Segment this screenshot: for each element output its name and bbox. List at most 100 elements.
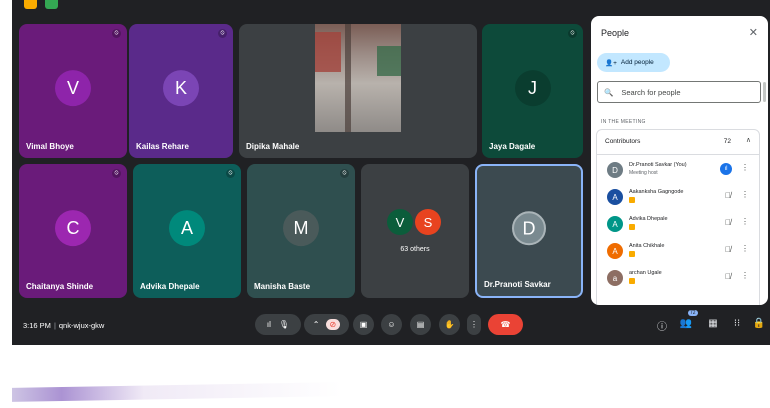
participant-tile[interactable]: ⦸ C Chaitanya Shinde [19,164,127,298]
host-controls-icon[interactable]: 🔒 [752,318,766,329]
video-feed [315,24,401,132]
more-options-icon[interactable]: ⋮ [741,244,749,253]
mic-off-icon: ⦸ [340,169,349,178]
list-item[interactable]: D Dr.Pranoti Savkar (You) Meeting host ı… [597,158,759,182]
avatar: A [607,243,623,259]
participant-name: Dr.Pranoti Savkar (You) [629,162,687,168]
avatar: D [512,211,546,246]
avatar: C [55,210,91,247]
avatar: A [169,210,205,247]
speaking-icon: ıl [720,163,732,175]
avatar: S [415,209,441,235]
avatar: A [607,216,623,232]
status-badge-icon [45,0,58,9]
decorative-strip [12,382,342,402]
present-icon[interactable]: ▤ [410,314,431,335]
mic-icon[interactable]: 🎙 [279,320,289,329]
chat-icon[interactable]: ▦ [706,318,720,329]
participant-name: Anita Chikhale [629,243,665,249]
meeting-code: qnk-wjux-gkw [58,321,105,330]
participant-name: Vimal Bhoye [26,142,74,151]
mic-off-icon: ⦸ [112,29,121,38]
participant-video-tile[interactable]: Dipika Mahale [239,24,477,158]
emoji-icon[interactable]: ☺ [381,314,402,335]
participant-name: Chaitanya Shinde [26,282,94,291]
chevron-up-icon[interactable]: ∧ [746,136,751,144]
group-count: 72 [723,138,731,145]
participant-count-badge: 72 [688,310,698,316]
activities-icon[interactable]: ⁝⁝ [730,318,744,329]
people-panel: People ✕ 👤+ Add people 🔍 Search for peop… [591,16,768,305]
contributors-group: Contributors 72 ∧ D Dr.Pranoti Savkar (Y… [596,129,760,305]
mic-off-icon: 🎙̸ [725,218,731,227]
scrollbar[interactable] [763,82,766,102]
badge-icon [629,224,635,230]
participant-name: Advika Dhepale [629,216,668,222]
raise-hand-icon[interactable]: ✋ [439,314,460,335]
list-item[interactable]: A Anita Chikhale 🎙̸ ⋮ [597,239,759,263]
leave-call-icon[interactable]: ☎ [488,314,523,335]
avatar: K [163,70,199,107]
list-item[interactable]: A Advika Dhepale 🎙̸ ⋮ [597,212,759,236]
more-options-icon[interactable]: ⋮ [467,314,481,335]
participant-tile[interactable]: ⦸ J Jaya Dagale [482,24,583,158]
more-options-icon[interactable]: ⋮ [741,190,749,199]
avatar: D [607,162,623,178]
mic-off-icon: ⦸ [568,29,577,38]
search-input[interactable]: 🔍 Search for people [597,81,761,103]
participant-name: archan Ugale [629,270,662,276]
participant-name: Kailas Rehare [136,142,189,151]
participant-name: Advika Dhepale [140,282,200,291]
add-people-button[interactable]: 👤+ Add people [597,53,670,72]
meeting-time: 3:16 PM [23,321,51,330]
participant-tile[interactable]: ⦸ V Vimal Bhoye [19,24,127,158]
section-label: IN THE MEETING [601,119,646,125]
participant-name: Dr.Pranoti Savkar [484,280,551,289]
mic-off-icon: ⦸ [218,29,227,38]
more-options-icon[interactable]: ⋮ [741,217,749,226]
badge-icon [629,251,635,257]
people-icon[interactable]: 👥 [679,318,693,329]
participant-name: Jaya Dagale [489,142,536,151]
recording-badge-icon [24,0,37,9]
avatar: J [514,70,551,107]
camera-controls[interactable]: ⌃ ⊘ [304,314,349,335]
search-icon: 🔍 [604,87,614,97]
info-icon[interactable]: ⓘ [655,318,669,333]
avatar: a [607,270,623,286]
sound-settings-icon[interactable]: ıl [267,320,271,329]
avatar: M [283,210,319,247]
meeting-info: 3:16 PM | qnk-wjux-gkw [23,321,105,330]
mic-off-icon: ⦸ [112,169,121,178]
participant-name: Dipika Mahale [246,142,300,151]
badge-icon [629,197,635,203]
participant-role: Meeting host [629,170,658,176]
meet-screen: ⦸ V Vimal Bhoye ⦸ K Kailas Rehare Dipika… [12,0,770,345]
mic-off-icon: 🎙̸ [725,191,731,200]
list-item[interactable]: A Aakanksha Gagngode 🎙̸ ⋮ [597,185,759,209]
participant-tile-self[interactable]: D Dr.Pranoti Savkar [475,164,583,298]
search-placeholder: Search for people [621,87,681,97]
avatar: A [607,189,623,205]
audio-controls[interactable]: ıl 🎙 [255,314,301,335]
add-person-icon: 👤+ [605,59,617,67]
participant-name: Aakanksha Gagngode [629,189,684,195]
chevron-up-icon[interactable]: ⌃ [313,320,320,329]
more-options-icon[interactable]: ⋮ [741,163,749,172]
list-item[interactable]: a archan Ugale 🎙̸ ⋮ [597,266,759,290]
mic-off-icon: 🎙̸ [725,272,731,281]
participant-tile[interactable]: ⦸ A Advika Dhepale [133,164,241,298]
badge-icon [629,278,635,284]
participant-tile[interactable]: ⦸ K Kailas Rehare [129,24,233,158]
captions-icon[interactable]: ▣ [353,314,374,335]
camera-off-icon[interactable]: ⊘ [325,319,341,330]
close-icon[interactable]: ✕ [749,26,758,39]
others-tile[interactable]: V S 63 others [361,164,469,298]
participant-name: Manisha Baste [254,282,311,291]
mic-off-icon: 🎙̸ [725,245,731,254]
group-label: Contributors [605,138,641,145]
others-count-label: 63 others [400,246,430,253]
more-options-icon[interactable]: ⋮ [741,271,749,280]
avatar: V [55,70,91,107]
participant-tile[interactable]: ⦸ M Manisha Baste [247,164,355,298]
